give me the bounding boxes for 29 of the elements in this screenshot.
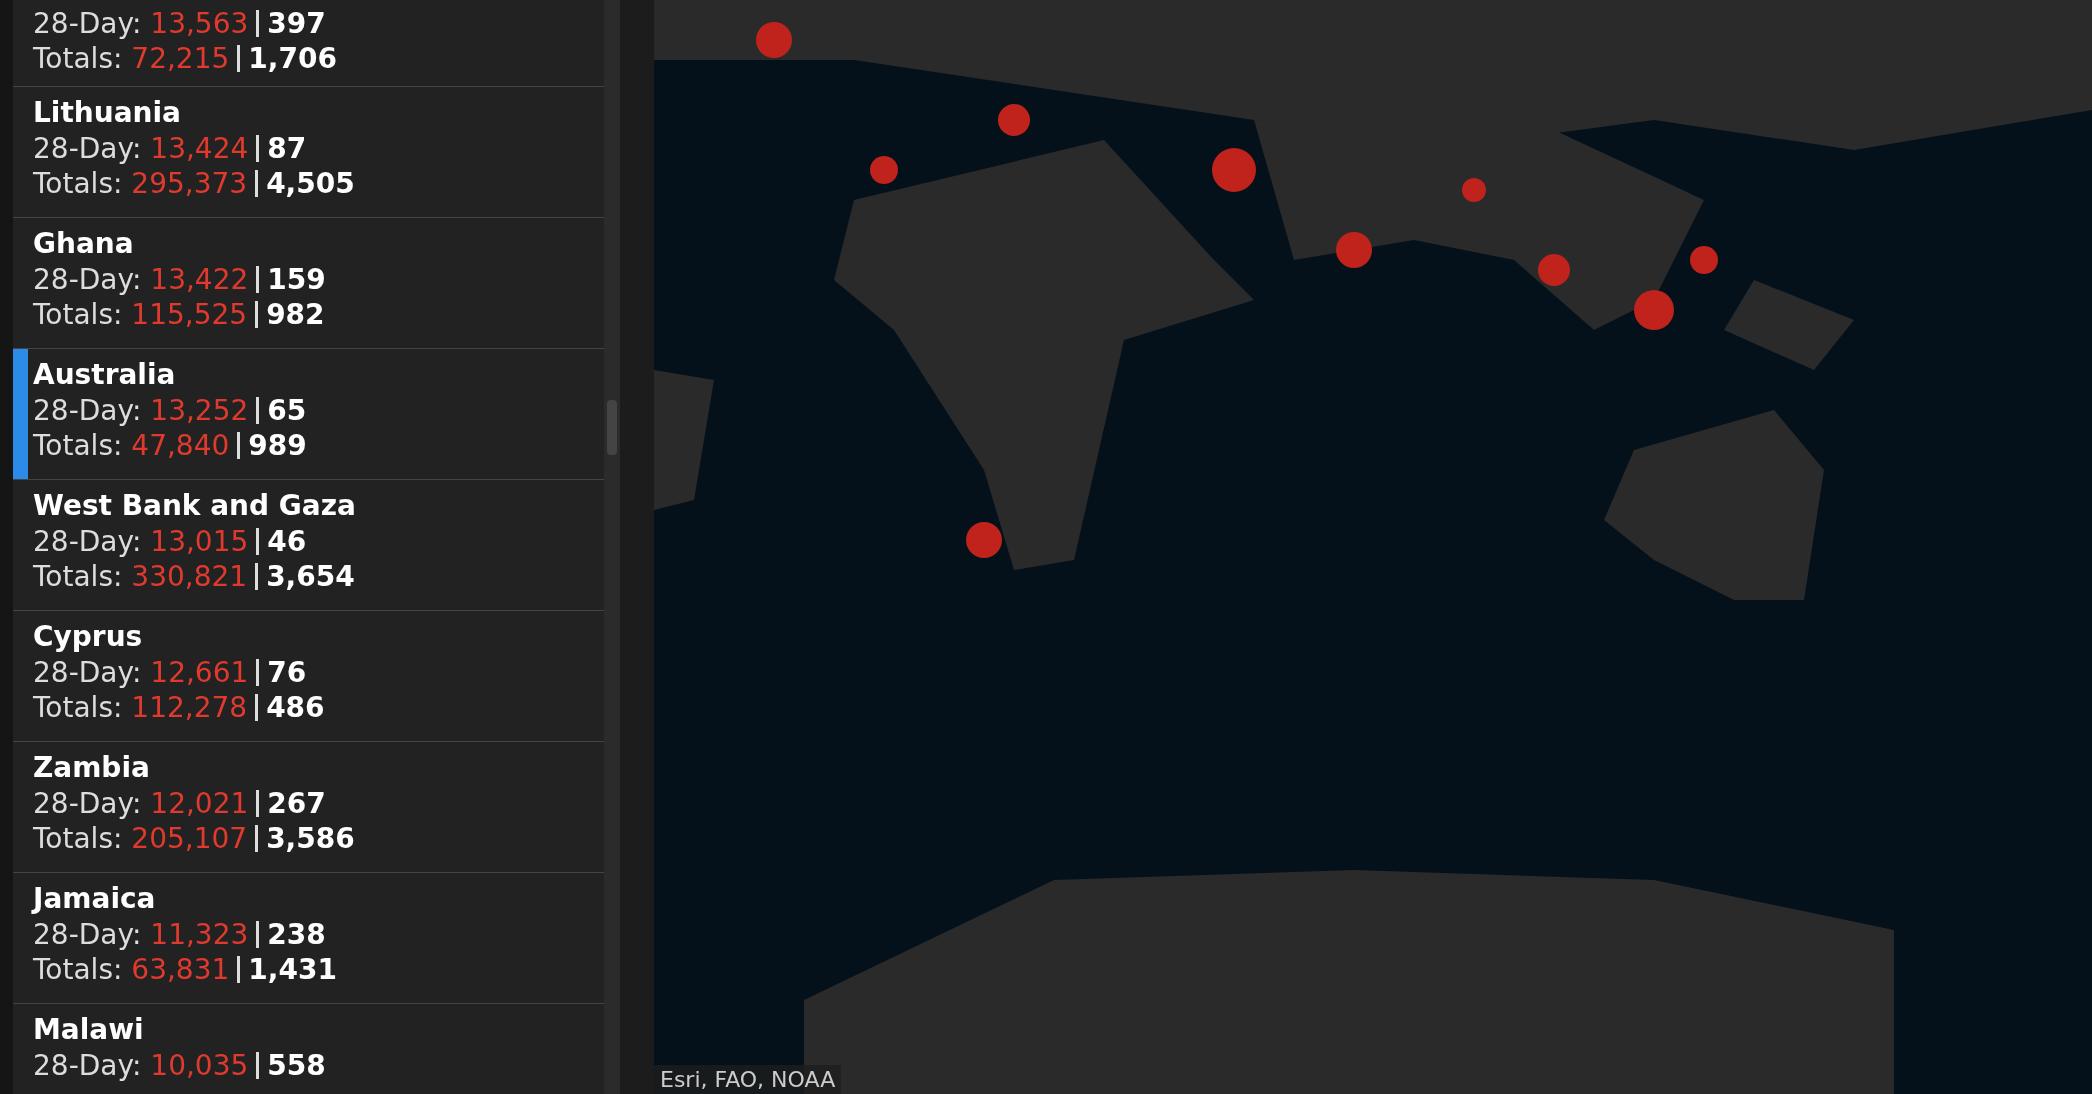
28-day-stats: 28-Day: 13,422 159 [33,262,327,297]
totals-stats: Totals: 115,525 982 [33,297,326,332]
totals-stats: Totals: 205,107 3,586 [33,821,356,856]
country-name: Jamaica [33,881,157,917]
28-day-stats: 28-Day: 13,563 397 [33,6,327,41]
country-name: Australia [33,357,177,393]
scrollbar-thumb[interactable] [607,400,617,455]
country-item[interactable]: Australia 28-Day: 13,252 65 Totals: 47,840 989 [13,349,604,480]
country-name: Cyprus [33,619,144,655]
28-day-stats: 28-Day: 13,424 87 [33,131,308,166]
country-name: Lithuania [33,95,182,131]
28-day-stats: 28-Day: 13,015 46 [33,524,308,559]
totals-stats: Totals: 330,821 3,654 [33,559,356,594]
country-name: West Bank and Gaza [33,488,357,524]
country-item[interactable]: 28-Day: 13,563 397 Totals: 72,215 1,706 [13,0,604,87]
totals-stats: Totals: 112,278 486 [33,690,326,725]
map-attribution: Esri, FAO, NOAA [654,1065,842,1094]
totals-stats: Totals: 47,840 989 [33,428,308,463]
28-day-stats: 28-Day: 10,035 558 [33,1048,327,1083]
28-day-stats: 28-Day: 12,021 267 [33,786,327,821]
country-name: Ghana [33,226,135,262]
28-day-stats: 28-Day: 13,252 65 [33,393,308,428]
country-name: Malawi [33,1012,145,1048]
28-day-stats: 28-Day: 11,323 238 [33,917,327,952]
totals-stats: Totals: 295,373 4,505 [33,166,356,201]
country-name: Zambia [33,750,151,786]
28-day-stats: 28-Day: 12,661 76 [33,655,308,690]
totals-stats: Totals: 63,831 1,431 [33,952,338,987]
totals-stats: Totals: 72,215 1,706 [33,41,338,76]
